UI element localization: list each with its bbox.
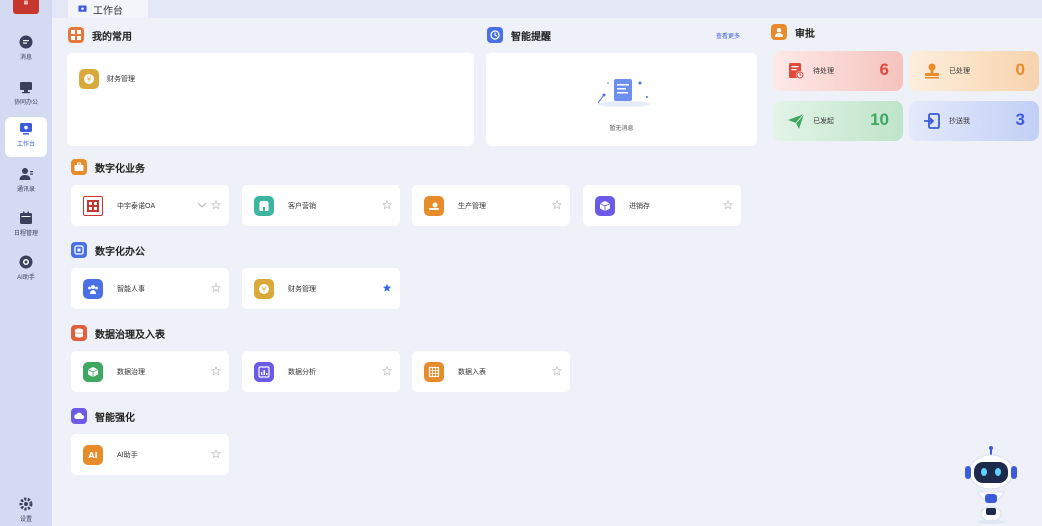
grid-icon (68, 27, 84, 43)
ai-icon (19, 255, 33, 269)
pending-doc-icon (789, 63, 804, 79)
stamp-icon (925, 63, 939, 79)
robot-assistant-icon[interactable] (962, 444, 1020, 524)
chart-icon (254, 361, 274, 382)
workbench-icon (20, 123, 32, 135)
reminders-title: 智能提醒 (487, 27, 551, 43)
calendar-icon (20, 211, 32, 224)
chevron-down-icon[interactable] (197, 202, 207, 208)
section-title-digital-office: 数字化办公 (71, 242, 145, 258)
approval-count: 0 (1015, 60, 1025, 79)
app-card-production[interactable]: 生产管理 (412, 185, 570, 226)
approval-card-initiated[interactable]: 已发起 10 (773, 101, 903, 141)
favorites-panel: ¥ 财务管理 (67, 53, 474, 146)
empty-inbox-icon (597, 79, 650, 107)
sidebar-item-messages[interactable]: 消息 (0, 30, 52, 70)
sidebar-item-label: 消息 (19, 55, 32, 61)
user-icon (771, 24, 787, 40)
approval-card-pending[interactable]: 待处理 6 (773, 51, 903, 91)
app-card-ai-assistant[interactable]: AI AI助手 (71, 434, 229, 475)
approval-count: 6 (879, 60, 889, 79)
ai-badge-icon: AI (83, 444, 103, 465)
sidebar-item-collab[interactable]: 协同办公 (0, 75, 52, 115)
table-icon (424, 361, 444, 382)
workbench-icon (78, 4, 87, 12)
svg-text:¥: ¥ (87, 76, 92, 84)
approval-title: 审批 (771, 24, 815, 40)
briefcase-icon (71, 159, 87, 175)
database-icon (71, 325, 87, 341)
box-icon (595, 195, 615, 216)
section-title-data-governance: 数据治理及入表 (71, 325, 165, 341)
star-icon[interactable] (382, 366, 392, 376)
inbox-arrow-icon (924, 113, 940, 129)
star-icon[interactable] (382, 200, 392, 210)
office-icon (71, 242, 87, 258)
sidebar-item-workbench[interactable]: 工作台 (5, 117, 47, 157)
contacts-icon (19, 168, 33, 180)
sidebar-item-label: 工作台 (16, 142, 35, 148)
star-icon[interactable] (211, 283, 221, 293)
production-icon (424, 195, 444, 216)
app-card-hr[interactable]: 智能人事 (71, 268, 229, 309)
sidebar-item-settings[interactable]: 设置 (0, 492, 52, 526)
sidebar-item-contacts[interactable]: 通讯录 (0, 162, 52, 202)
svg-text:AI: AI (88, 451, 97, 460)
approval-count: 10 (870, 110, 889, 129)
message-icon (19, 35, 33, 49)
favorites-title: 我的常用 (68, 27, 132, 43)
oa-logo-icon (83, 195, 103, 216)
tab-bar: 工作台 (52, 0, 1042, 18)
empty-message: 暂无消息 (609, 126, 634, 132)
app-card-data-analysis[interactable]: 数据分析 (242, 351, 400, 392)
store-icon (254, 195, 274, 216)
app-logo: ▦ (13, 0, 39, 14)
star-icon[interactable] (211, 449, 221, 459)
approval-count: 3 (1015, 110, 1025, 129)
cloud-icon (71, 408, 87, 424)
section-title-digital-business: 数字化业务 (71, 159, 145, 175)
finance-icon: ¥ (79, 69, 99, 89)
app-card-inventory[interactable]: 进销存 (583, 185, 741, 226)
approval-card-processed[interactable]: 已处理 0 (909, 51, 1039, 91)
sidebar-item-ai[interactable]: AI助手 (0, 250, 52, 290)
sidebar-item-label: 协同办公 (13, 100, 38, 106)
clock-icon (487, 27, 503, 43)
star-icon[interactable] (552, 200, 562, 210)
app-card-data-entry[interactable]: 数据入表 (412, 351, 570, 392)
gear-icon (19, 497, 33, 511)
star-icon[interactable] (552, 366, 562, 376)
star-filled-icon[interactable] (382, 283, 392, 293)
sidebar-item-label: 设置 (19, 517, 32, 523)
monitor-icon (20, 82, 32, 94)
reminders-panel: 暂无消息 (486, 53, 757, 146)
star-icon[interactable] (211, 200, 221, 210)
people-icon (83, 278, 103, 299)
finance-icon: ¥ (254, 278, 274, 299)
sidebar-item-label: 通讯录 (16, 187, 35, 193)
approval-card-cc[interactable]: 抄送我 3 (909, 101, 1039, 141)
app-card-data-governance[interactable]: 数据治理 (71, 351, 229, 392)
star-icon[interactable] (723, 200, 733, 210)
app-card-finance[interactable]: ¥ 财务管理 (242, 268, 400, 309)
sidebar-item-calendar[interactable]: 日程管理 (0, 206, 52, 246)
section-title-smart-enhancement: 智能强化 (71, 408, 135, 424)
send-icon (788, 113, 805, 129)
sidebar: ▦ 消息 协同办公 工作台 通讯录 日程管理 AI助手 设置 (0, 0, 52, 526)
tab-workbench[interactable]: 工作台 (68, 0, 148, 18)
favorite-item[interactable]: ¥ 财务管理 (79, 69, 135, 89)
tab-label: 工作台 (93, 5, 123, 17)
star-icon[interactable] (211, 366, 221, 376)
svg-text:¥: ¥ (262, 285, 267, 293)
sidebar-item-label: 日程管理 (13, 231, 38, 237)
view-more-link[interactable]: 查看更多 (716, 31, 740, 40)
app-card-oa[interactable]: 中宇泰诺OA (71, 185, 229, 226)
cube-icon (83, 361, 103, 382)
app-card-marketing[interactable]: 客户营销 (242, 185, 400, 226)
sidebar-item-label: AI助手 (17, 275, 35, 281)
